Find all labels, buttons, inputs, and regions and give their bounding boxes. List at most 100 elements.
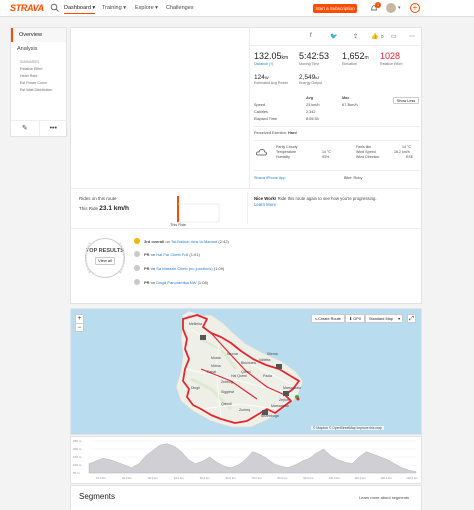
map-place-label: Naxxar bbox=[227, 352, 239, 356]
notification-count-badge: 1 bbox=[375, 2, 381, 8]
nav-training[interactable]: Training ▾ bbox=[102, 5, 126, 11]
stat-elevation: 1,652m Elevation bbox=[342, 51, 369, 66]
divider bbox=[247, 192, 248, 224]
chevron-down-icon[interactable]: ▾ bbox=[398, 5, 401, 11]
segment-link[interactable]: Dingli Panoramika NW bbox=[156, 280, 196, 285]
sidebar-item-watt-distribution[interactable]: Est Watt Distribution bbox=[11, 87, 66, 94]
segment-link[interactable]: Sa Masson Climb (no junctions) bbox=[156, 266, 212, 271]
photo-marker[interactable] bbox=[283, 391, 289, 396]
route-map[interactable]: Birkirkara Valletta Paola Qormi Hal Qorm… bbox=[71, 309, 421, 434]
twitter-icon[interactable]: 🐦 bbox=[330, 33, 337, 40]
zoom-out-button[interactable]: − bbox=[76, 323, 83, 332]
stat-relative-effort[interactable]: 1028 Relative Effort bbox=[380, 51, 403, 66]
weather-wind-speed: 16.2 km/h bbox=[394, 150, 410, 154]
social-share-bar: f 🐦 ⇪ 👍 0 ▭ ⋯ bbox=[250, 28, 424, 46]
stat-moving-time: 5:42:53 Moving Time bbox=[299, 51, 330, 66]
more-icon[interactable]: ⋯ bbox=[409, 33, 415, 40]
col-max: Max bbox=[342, 96, 350, 100]
secondary-stats: 124W Estimated Avg Power 2,549kJ Energy … bbox=[254, 74, 424, 94]
map-place-label: Dingli bbox=[191, 386, 200, 390]
x-tick-label: 30.0 km bbox=[148, 476, 159, 480]
share-icon[interactable]: ⇪ bbox=[353, 33, 358, 40]
weather-feels-like: 14 °C bbox=[402, 145, 412, 149]
partly-cloudy-icon bbox=[256, 149, 267, 156]
map-place-label: Zurrieq bbox=[239, 408, 250, 412]
map-place-label: Mosta bbox=[211, 356, 221, 360]
photo-marker[interactable] bbox=[200, 335, 206, 340]
x-tick-label: 20.0 km bbox=[122, 476, 133, 480]
tab-overview[interactable]: Overview bbox=[11, 28, 66, 42]
device-link[interactable]: Strava iPhone App bbox=[254, 176, 285, 180]
y-tick-label: 250 m bbox=[73, 439, 82, 443]
segment-link[interactable]: Hal Far Climb Full bbox=[156, 252, 188, 257]
perceived-exertion: Perceived Exertion: Hard bbox=[254, 131, 297, 135]
pr-medal-icon bbox=[134, 265, 140, 271]
edit-pencil-icon[interactable]: ✎ bbox=[11, 121, 40, 136]
x-tick-label: 10.0 km bbox=[96, 476, 107, 480]
map-place-label: Marsaxlokk bbox=[271, 404, 289, 408]
chevron-down-icon: ▾ bbox=[398, 317, 400, 321]
this-ride-bar-label: This Ride bbox=[170, 223, 187, 227]
comment-icon[interactable]: ▭ bbox=[391, 33, 397, 40]
sidebar-item-relative-effort[interactable]: Relative Effort bbox=[11, 66, 66, 73]
activity-main-card: f 🐦 ⇪ 👍 0 ▭ ⋯ 132.05km Distance (?) 5:42… bbox=[70, 27, 424, 304]
map-place-label: Mellieha bbox=[189, 322, 202, 326]
map-place-label: Rabat bbox=[207, 370, 216, 374]
nav-dashboard[interactable]: Dashboard ▾ bbox=[64, 5, 96, 14]
weather-temp: 14 °C bbox=[322, 150, 332, 154]
strava-logo[interactable]: STRAVA bbox=[10, 3, 44, 13]
nav-explore[interactable]: Explore ▾ bbox=[135, 5, 158, 11]
pr-medal-icon bbox=[134, 251, 140, 257]
map-place-label: Siggiewi bbox=[221, 390, 234, 394]
learn-more-segments-link[interactable]: Learn more about segments bbox=[359, 495, 409, 500]
sidebar-item-heart-rate[interactable]: Heart Rate bbox=[11, 73, 66, 80]
map-place-label: Zejtun bbox=[279, 398, 289, 402]
gpx-download-button[interactable]: ⬇ GPX bbox=[345, 314, 366, 323]
map-style-select[interactable]: Standard Map ▾ bbox=[365, 314, 403, 323]
bike-info: Bike: Ruby bbox=[344, 176, 363, 180]
learn-more-link[interactable]: Learn More bbox=[254, 202, 276, 207]
tab-analysis[interactable]: Analysis bbox=[11, 42, 66, 56]
top-navbar: STRAVA Dashboard ▾ Training ▾ Explore ▾ … bbox=[0, 0, 474, 17]
stat-distance: 132.05km Distance (?) bbox=[254, 51, 289, 66]
achievement-item: PR on Hal Far Climb Full (1:01) bbox=[134, 251, 200, 257]
achievement-item: PR on Sa Masson Climb (no junctions) (1:… bbox=[134, 265, 224, 271]
elevation-chart[interactable]: 250 m 200 m 150 m 100 m 50 m 10.0 km 20.0 km 30… bbox=[71, 437, 421, 483]
elevation-profile-card: 250 m 200 m 150 m 100 m 50 m 10.0 km 20.0 km 30… bbox=[70, 436, 422, 484]
search-icon[interactable] bbox=[50, 3, 60, 13]
laurel-wreath-icon bbox=[85, 242, 125, 274]
achievement-item: 3rd overall on Tal-Balkun runs to Mamuri… bbox=[134, 238, 229, 244]
nav-challenges[interactable]: Challenges bbox=[166, 5, 194, 11]
route-map-card: Birkirkara Valletta Paola Qormi Hal Qorm… bbox=[70, 308, 422, 435]
segment-link[interactable]: Tal-Balkun runs to Mamuri bbox=[171, 239, 217, 244]
y-tick-label: 100 m bbox=[73, 463, 82, 467]
elevation-area bbox=[88, 443, 417, 474]
segments-section: Segments Learn more about segments bbox=[70, 485, 422, 510]
x-tick-label: 110.0 km bbox=[355, 476, 367, 480]
x-tick-label: 50.0 km bbox=[200, 476, 211, 480]
map-place-label: Qrendi bbox=[221, 402, 232, 406]
sidebar-item-power-curve[interactable]: Est Power Curve bbox=[11, 80, 66, 87]
zoom-in-button[interactable]: + bbox=[76, 315, 83, 323]
upload-plus-icon[interactable]: + bbox=[410, 3, 420, 13]
y-tick-label: 150 m bbox=[73, 455, 82, 459]
divider bbox=[71, 228, 423, 229]
divider bbox=[71, 188, 423, 189]
x-tick-label: 120.0 km bbox=[380, 476, 392, 480]
photo-marker[interactable] bbox=[276, 364, 282, 369]
zoom-controls: + − bbox=[75, 314, 84, 332]
kudos-icon[interactable]: 👍 bbox=[371, 33, 378, 40]
map-attribution[interactable]: © Mapbox © OpenStreetMap Improve this ma… bbox=[311, 426, 384, 430]
fullscreen-icon[interactable]: ⤢ bbox=[407, 314, 416, 323]
create-route-button[interactable]: ⤷ Create Route bbox=[311, 314, 345, 323]
facebook-icon[interactable]: f bbox=[310, 33, 312, 39]
show-less-button[interactable]: Show Less bbox=[393, 97, 419, 104]
user-avatar[interactable] bbox=[386, 3, 396, 13]
more-options-icon[interactable]: ••• bbox=[40, 121, 68, 136]
start-subscription-button[interactable]: Start a Subscription bbox=[313, 4, 357, 13]
trophy-icon bbox=[134, 238, 140, 244]
x-tick-label: 70.0 km bbox=[252, 476, 263, 480]
divider bbox=[254, 170, 420, 171]
map-place-label: Sliema bbox=[267, 352, 278, 356]
nice-work-message: Nice Work! Ride this route again to see … bbox=[254, 196, 377, 207]
